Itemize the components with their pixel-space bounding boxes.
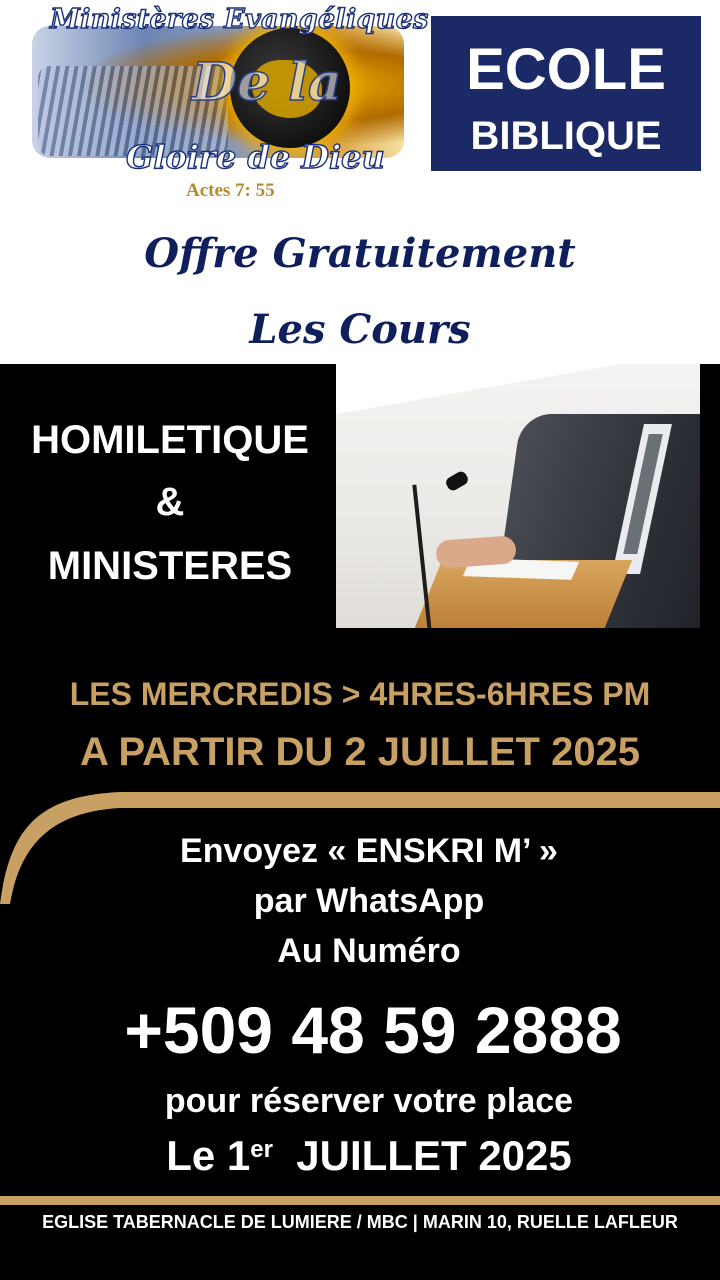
course-ampersand: & [155,480,185,524]
logo-verse: Actes 7: 55 [186,180,275,201]
logo-subtitle: Gloire de Dieu [125,137,385,176]
preacher-at-podium-photo [336,364,700,628]
whatsapp-phone-number[interactable]: +509 48 59 2888 [0,992,720,1068]
schedule-days-time: LES MERCREDIS > 4HRES-6HRES PM [69,676,651,712]
signup-line-2: par WhatsApp [253,882,485,920]
ministry-logo: Ministères Evangéliques De la Gloire de … [24,3,429,201]
gold-divider [0,1196,720,1205]
signup-deadline: Le 1er JUILLET 2025 [0,1132,720,1180]
course-title-1: HOMILETIQUE [31,418,309,462]
church-address-footer: EGLISE TABERNACLE DE LUMIERE / MBC | MAR… [42,1212,678,1232]
logo-middle: De la [191,51,342,114]
schedule-start-date: A PARTIR DU 2 JUILLET 2025 [79,730,641,774]
deadline-prefix: Le 1 [166,1132,251,1179]
deadline-superscript: er [250,1136,273,1163]
badge-line-1: ECOLE [466,37,666,102]
offer-line-2: Les Cours [249,306,471,353]
offer-line-1: Offre Gratuitement [144,230,576,277]
microphone-icon [443,469,471,493]
signup-line-4: pour réserver votre place [164,1082,574,1120]
ecole-biblique-badge: ECOLE BIBLIQUE [431,16,701,171]
signup-line-1: Envoyez « ENSKRI M’ » [180,832,558,870]
flyer: Ministères Evangéliques De la Gloire de … [0,0,720,1280]
deadline-suffix: JUILLET 2025 [272,1132,572,1179]
hand-shape [435,535,517,569]
course-title-2: MINISTERES [47,544,293,588]
logo-title: Ministères Evangéliques [49,3,429,35]
badge-line-2: BIBLIQUE [470,114,662,158]
signup-line-3: Au Numéro [277,932,461,970]
